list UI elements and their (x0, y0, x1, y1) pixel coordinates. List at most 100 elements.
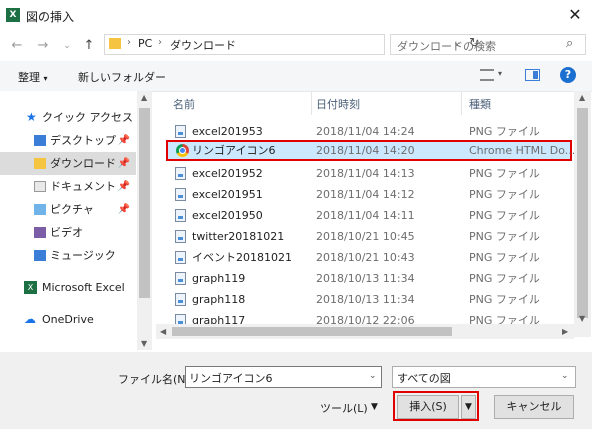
scroll-right-icon[interactable]: ▶ (562, 327, 568, 336)
sidebar-item-excel[interactable]: X Microsoft Excel (0, 276, 136, 299)
file-type: PNG ファイル (469, 251, 540, 264)
file-date: 2018/10/21 10:43 (316, 251, 415, 264)
folder-icon (34, 250, 46, 261)
filename-input[interactable]: リンゴアイコン6 ⌄ (185, 366, 382, 388)
file-type: PNG ファイル (469, 188, 540, 201)
folder-icon (34, 204, 46, 215)
star-icon: ★ (26, 110, 37, 124)
image-file-icon (175, 293, 186, 306)
file-type: PNG ファイル (469, 230, 540, 243)
file-date: 2018/10/13 11:34 (316, 272, 415, 285)
file-name: excel201951 (192, 188, 263, 201)
sidebar-item-videos[interactable]: ビデオ (0, 221, 136, 244)
sidebar-item-downloads[interactable]: ダウンロード 📌 (0, 152, 136, 175)
image-file-icon (175, 272, 186, 285)
command-toolbar: 整理 ▾ 新しいフォルダー ▾ ? (0, 61, 592, 92)
sidebar-item-label: Microsoft Excel (42, 281, 125, 294)
file-date: 2018/11/04 14:24 (316, 125, 415, 138)
preview-pane-icon[interactable] (525, 69, 540, 81)
sidebar-item-quick-access[interactable]: ★ クイック アクセス (0, 106, 136, 129)
back-arrow-icon[interactable]: ← (8, 37, 26, 55)
file-name: excel201952 (192, 167, 263, 180)
table-row[interactable]: excel201950 2018/11/04 14:11 PNG ファイル (166, 205, 572, 226)
download-folder-icon (34, 158, 46, 169)
sidebar-scroll-thumb[interactable] (139, 108, 150, 298)
navigation-pane: ★ クイック アクセス デスクトップ 📌 ダウンロード 📌 ドキュメント 📌 ピ… (0, 91, 152, 350)
file-type: PNG ファイル (469, 272, 540, 285)
breadcrumb-downloads[interactable]: ダウンロード (170, 37, 236, 53)
scroll-left-icon[interactable]: ◀ (160, 327, 166, 336)
filename-label: ファイル名(N): (118, 373, 194, 386)
new-folder-button[interactable]: 新しいフォルダー (78, 69, 166, 85)
table-row[interactable]: graph118 2018/10/13 11:34 PNG ファイル (166, 289, 572, 310)
image-file-icon (175, 251, 186, 264)
caret-down-icon[interactable]: ▼ (371, 402, 378, 412)
folder-icon (34, 227, 46, 238)
file-type: PNG ファイル (469, 209, 540, 222)
caret-down-icon[interactable]: ▾ (498, 69, 502, 78)
pin-icon[interactable]: 📌 (118, 175, 130, 198)
scroll-up-icon[interactable]: ▲ (141, 93, 147, 102)
chevron-right-icon[interactable]: › (158, 37, 162, 48)
table-row[interactable]: twitter20181021 2018/10/21 10:45 PNG ファイ… (166, 226, 572, 247)
pin-icon[interactable]: 📌 (118, 152, 130, 175)
window-title: 図の挿入 (26, 10, 75, 24)
file-type: PNG ファイル (469, 293, 540, 306)
table-row[interactable]: excel201951 2018/11/04 14:12 PNG ファイル (166, 184, 572, 205)
chrome-icon (176, 144, 189, 157)
sidebar-item-music[interactable]: ミュージック (0, 244, 136, 267)
search-icon[interactable]: ⌕ (566, 36, 573, 51)
file-type: PNG ファイル (469, 167, 540, 180)
tools-button[interactable]: ツール(L) (320, 400, 368, 416)
chevron-right-icon[interactable]: › (127, 37, 131, 48)
file-date: 2018/10/13 11:34 (316, 293, 415, 306)
scroll-up-icon[interactable]: ▲ (579, 93, 585, 102)
scroll-down-icon[interactable]: ▼ (579, 314, 585, 323)
horizontal-scroll-thumb[interactable] (172, 327, 452, 336)
close-icon[interactable]: ✕ (564, 4, 586, 26)
forward-arrow-icon[interactable]: → (34, 37, 52, 55)
column-divider[interactable] (311, 91, 312, 115)
column-divider[interactable] (461, 91, 462, 115)
file-name: graph119 (192, 272, 246, 285)
image-file-icon (175, 209, 186, 222)
table-row[interactable]: graph119 2018/10/13 11:34 PNG ファイル (166, 268, 572, 289)
recent-locations-icon[interactable]: ⌄ (58, 37, 76, 55)
search-input[interactable]: ダウンロードの検索 ⌕ (390, 34, 586, 55)
pin-icon[interactable]: 📌 (118, 129, 130, 152)
insert-options-dropdown[interactable]: ▼ (461, 395, 476, 419)
pin-icon[interactable]: 📌 (118, 198, 130, 221)
help-icon[interactable]: ? (560, 67, 576, 83)
file-list-scroll-thumb[interactable] (577, 108, 588, 318)
filetype-value: すべての図 (397, 372, 451, 385)
organize-button[interactable]: 整理 ▾ (18, 69, 48, 85)
view-options-icon[interactable] (480, 69, 494, 81)
table-row-selected[interactable]: リンゴアイコン6 2018/11/04 14:20 Chrome HTML Do… (166, 140, 574, 161)
file-name: イベント20181021 (192, 251, 292, 264)
table-row[interactable]: excel201953 2018/11/04 14:24 PNG ファイル (166, 121, 572, 142)
column-header-date[interactable]: 日付時刻 (316, 96, 360, 112)
sidebar-item-onedrive[interactable]: ☁ OneDrive (0, 308, 136, 331)
address-bar[interactable]: › PC › ダウンロード ⌄ ↻ (104, 34, 480, 55)
breadcrumb-pc[interactable]: PC (138, 37, 152, 50)
table-row[interactable]: イベント20181021 2018/10/21 10:43 PNG ファイル (166, 247, 572, 268)
table-row[interactable]: excel201952 2018/11/04 14:13 PNG ファイル (166, 163, 572, 184)
column-header-type[interactable]: 種類 (469, 96, 491, 112)
sidebar-item-documents[interactable]: ドキュメント 📌 (0, 175, 136, 198)
up-arrow-icon[interactable]: ↑ (80, 37, 98, 55)
file-date: 2018/10/21 10:45 (316, 230, 415, 243)
filetype-select[interactable]: すべての図 ⌄ (392, 366, 576, 388)
sidebar-item-label: ドキュメント (50, 180, 116, 193)
file-name: excel201953 (192, 125, 263, 138)
chevron-down-icon[interactable]: ⌄ (369, 371, 377, 381)
sidebar-item-label: OneDrive (42, 313, 94, 326)
cancel-button[interactable]: キャンセル (494, 395, 574, 419)
sidebar-item-desktop[interactable]: デスクトップ 📌 (0, 129, 136, 152)
sidebar-item-label: ピクチャ (50, 203, 94, 216)
insert-button[interactable]: 挿入(S) (397, 395, 459, 419)
sidebar-item-pictures[interactable]: ピクチャ 📌 (0, 198, 136, 221)
sidebar-item-label: ミュージック (50, 249, 116, 262)
column-header-name[interactable]: 名前 (173, 96, 195, 112)
file-type: Chrome HTML Do... (469, 144, 574, 157)
scroll-down-icon[interactable]: ▼ (141, 339, 147, 348)
